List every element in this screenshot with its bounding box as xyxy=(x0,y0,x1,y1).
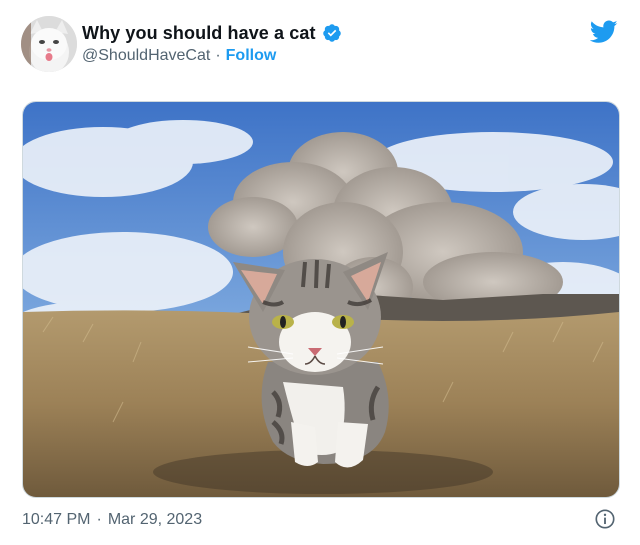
author-handle[interactable]: @ShouldHaveCat xyxy=(82,47,210,65)
tweet-timestamp[interactable]: 10:47 PM · Mar 29, 2023 xyxy=(22,509,202,531)
twitter-bird-icon[interactable] xyxy=(589,20,618,44)
tweet-time: 10:47 PM xyxy=(22,511,91,528)
author-display-name[interactable]: Why you should have a cat xyxy=(82,23,316,44)
info-icon[interactable] xyxy=(594,508,616,530)
follow-button[interactable]: Follow xyxy=(226,47,277,65)
tweet-date: Mar 29, 2023 xyxy=(107,511,203,528)
author-name-row: Why you should have a cat xyxy=(82,21,342,45)
footer-separator: · xyxy=(96,511,102,528)
cat-volcano-photo xyxy=(23,102,619,497)
handle-separator: · xyxy=(215,47,221,64)
verified-badge-icon xyxy=(322,23,342,43)
profile-avatar[interactable] xyxy=(21,16,77,72)
avatar-cat-image xyxy=(21,16,77,72)
author-handle-row: @ShouldHaveCat · Follow xyxy=(82,45,276,67)
tweet-card: Why you should have a cat @ShouldHaveCat… xyxy=(0,0,640,545)
tweet-photo[interactable] xyxy=(22,101,620,498)
